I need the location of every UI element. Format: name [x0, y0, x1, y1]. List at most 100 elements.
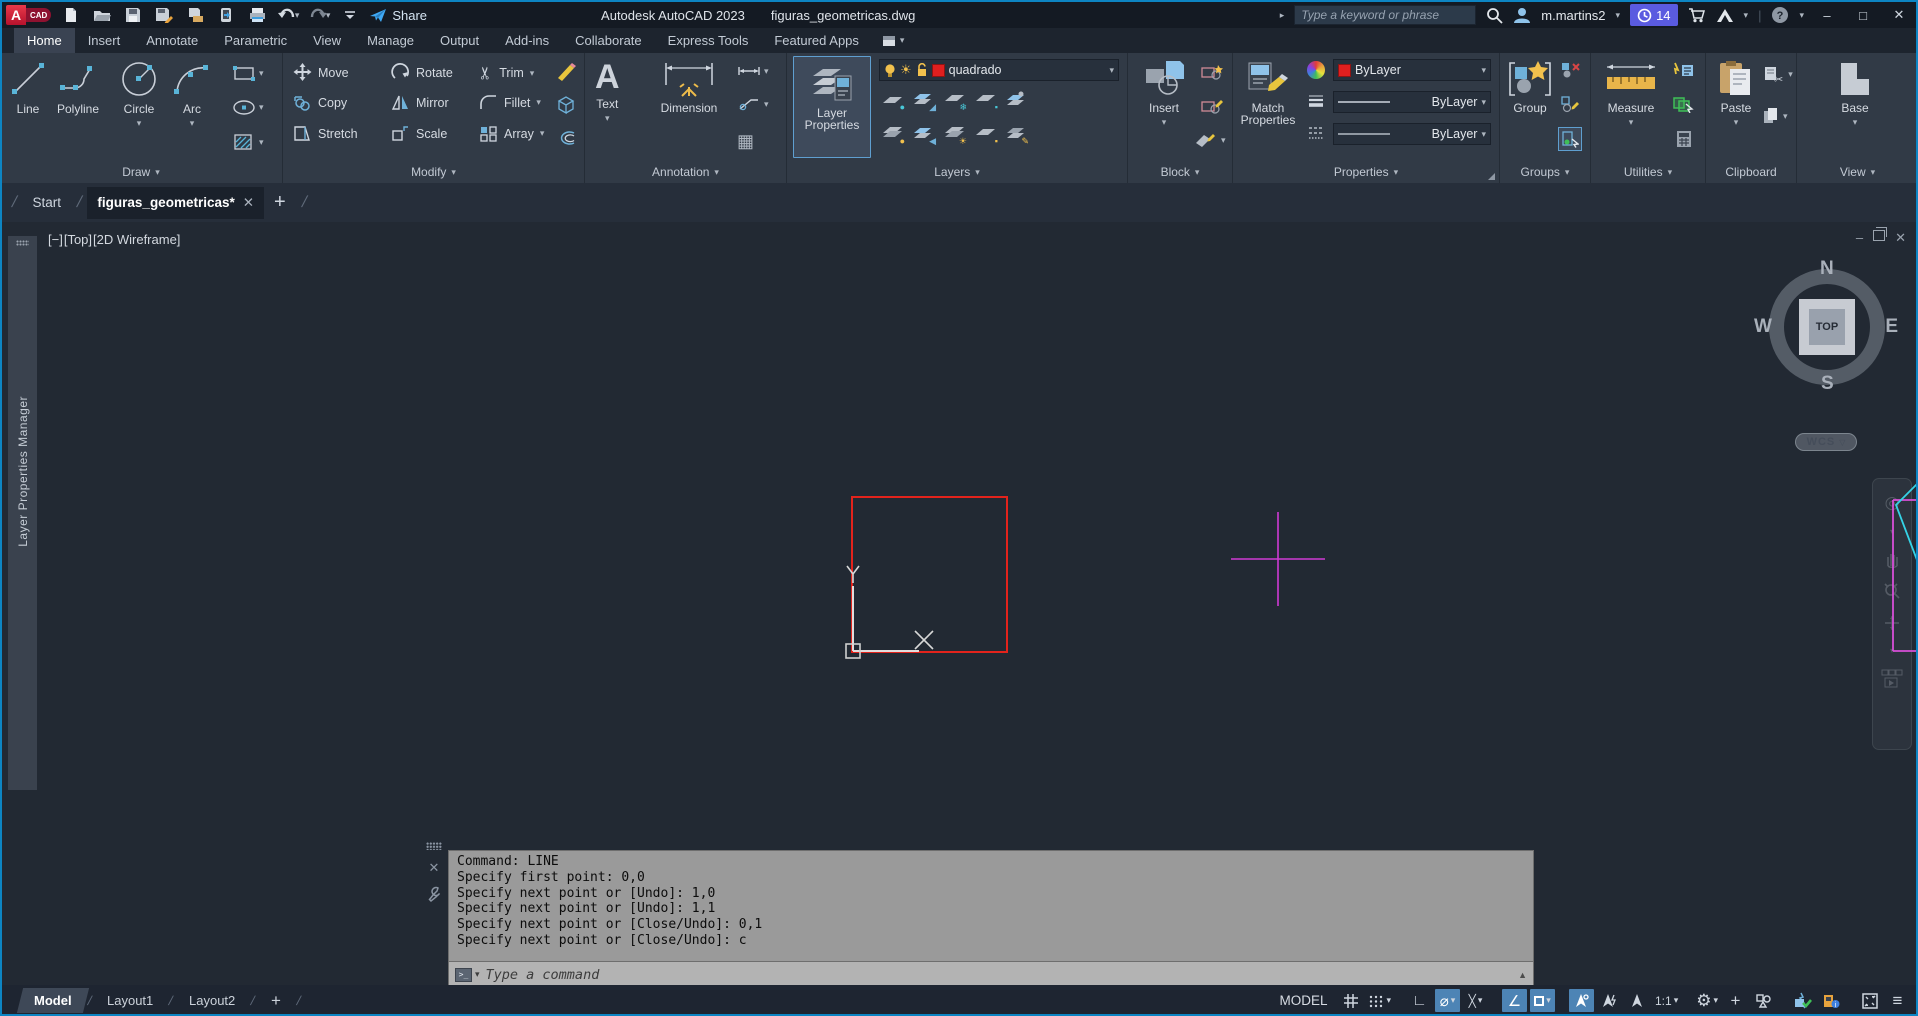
ortho-mode-toggle[interactable]: ∟: [1407, 989, 1432, 1012]
edit-attributes-button[interactable]: ▾: [1194, 131, 1226, 149]
lineweight-combo[interactable]: ByLayer ▾: [1333, 91, 1491, 113]
ribbon-display-toggle[interactable]: ▾: [882, 28, 905, 53]
cart-icon[interactable]: [1688, 7, 1706, 23]
drawing-area[interactable]: Layer Properties Manager [−] [Top] [2D W…: [0, 222, 1918, 985]
search-input[interactable]: [1301, 8, 1469, 22]
save-button[interactable]: [122, 4, 144, 26]
grid-display-toggle[interactable]: [1338, 989, 1363, 1012]
circle-button[interactable]: Circle ▾: [118, 58, 160, 128]
help-dropdown[interactable]: ▾: [1799, 11, 1804, 20]
command-history-up-icon[interactable]: ▲: [1518, 970, 1527, 980]
ellipse-dropdown[interactable]: ▾: [259, 103, 264, 112]
arc-dropdown[interactable]: ▾: [190, 119, 195, 128]
help-icon[interactable]: ?: [1771, 6, 1789, 24]
layer-freeze-button[interactable]: ❄: [943, 91, 965, 109]
model-space-badge[interactable]: MODEL: [1279, 993, 1327, 1008]
ungroup-button[interactable]: [1560, 61, 1582, 79]
undo-dropdown[interactable]: ▾: [295, 11, 300, 20]
share-button[interactable]: Share: [370, 8, 427, 23]
table-button[interactable]: ▦: [737, 131, 754, 152]
open-from-web-mobile-button[interactable]: [215, 4, 237, 26]
user-avatar-icon[interactable]: [1513, 7, 1531, 23]
measure-button[interactable]: Measure ▾: [1599, 59, 1663, 127]
command-window[interactable]: ✕ Command: LINE Specify first point: 0,0…: [420, 840, 1542, 985]
stretch-button[interactable]: Stretch: [293, 125, 358, 142]
command-prompt-icon[interactable]: >_ ▾: [455, 968, 480, 982]
linetype-icon[interactable]: [1307, 125, 1325, 141]
new-drawing-tab-button[interactable]: +: [264, 189, 296, 216]
command-customize-wrench-icon[interactable]: [427, 886, 441, 902]
text-dropdown[interactable]: ▾: [605, 114, 610, 123]
linetype-dropdown[interactable]: ▾: [1481, 130, 1486, 139]
square-entity[interactable]: [852, 497, 1007, 652]
command-prompt-dropdown[interactable]: ▾: [475, 969, 480, 980]
dimension-button[interactable]: Dimension: [647, 59, 731, 115]
command-window-close-icon[interactable]: ✕: [429, 860, 440, 876]
paste-button[interactable]: Paste ▾: [1710, 59, 1762, 127]
drawing-tab-close-icon[interactable]: ✕: [243, 195, 254, 211]
command-input-row[interactable]: >_ ▾ ▲: [448, 962, 1534, 985]
layer-on-bulb-icon[interactable]: [884, 63, 896, 78]
paste-dropdown[interactable]: ▾: [1734, 118, 1739, 127]
quick-calculator-button[interactable]: [1675, 129, 1693, 149]
group-selection-toggle[interactable]: [1558, 127, 1582, 151]
full-navigation-wheel-icon[interactable]: ◎: [1885, 493, 1900, 513]
measure-dropdown[interactable]: ▾: [1629, 118, 1634, 127]
tab-annotate[interactable]: Annotate: [133, 28, 211, 53]
text-button[interactable]: A Text ▾: [595, 59, 620, 123]
annotation-monitor-plus-button[interactable]: +: [1723, 989, 1748, 1012]
layer-lock-button[interactable]: ▪: [974, 91, 996, 109]
drawing-tab[interactable]: figuras_geometricas* ✕: [87, 187, 264, 219]
layer-thaw-sun-icon[interactable]: ☀: [900, 62, 912, 78]
object-color-combo[interactable]: ByLayer ▾: [1333, 59, 1491, 81]
workspace-switching-button[interactable]: ⚙▾: [1694, 989, 1720, 1012]
graphics-performance-button[interactable]: [1790, 989, 1815, 1012]
viewcube-south[interactable]: S: [1821, 373, 1834, 395]
insert-button[interactable]: Insert ▾: [1136, 59, 1192, 127]
signed-in-user[interactable]: m.martins2: [1541, 8, 1605, 23]
viewcube-west[interactable]: W: [1754, 316, 1772, 338]
linetype-combo[interactable]: ByLayer ▾: [1333, 123, 1491, 145]
zoom-extents-icon[interactable]: [1883, 582, 1901, 600]
layer-properties-button[interactable]: Layer Properties: [793, 56, 871, 158]
iso-dropdown[interactable]: ▾: [1478, 996, 1483, 1005]
explode-button[interactable]: [555, 95, 577, 115]
qat-customize-button[interactable]: [339, 4, 361, 26]
notifications-badge[interactable]: 14: [1630, 4, 1677, 26]
layer-change-button[interactable]: ✎: [1005, 125, 1027, 143]
snap-mode-toggle[interactable]: ▾: [1366, 989, 1393, 1012]
line-button[interactable]: Line: [8, 58, 48, 116]
layout2-tab[interactable]: Layout2: [172, 988, 252, 1013]
autodesk-logo-icon[interactable]: [1716, 8, 1734, 23]
layer-select-combo[interactable]: ☀ quadrado ▾: [879, 59, 1119, 81]
panel-label-modify[interactable]: Modify▾: [283, 161, 584, 183]
rectangle-button[interactable]: ▾: [232, 65, 264, 82]
object-color-dropdown[interactable]: ▾: [1481, 66, 1486, 75]
window-close-button[interactable]: ✕: [1886, 7, 1912, 23]
tab-express-tools[interactable]: Express Tools: [655, 28, 762, 53]
panel-label-utilities[interactable]: Utilities▾: [1591, 161, 1705, 183]
command-window-grip[interactable]: [426, 842, 442, 850]
trim-button[interactable]: ✂ Trim ▾: [479, 63, 534, 83]
base-dropdown[interactable]: ▾: [1853, 118, 1858, 127]
window-maximize-button[interactable]: □: [1850, 8, 1876, 23]
isolate-objects-button[interactable]: [1751, 989, 1776, 1012]
rectangle-dropdown[interactable]: ▾: [259, 69, 264, 78]
workspace-dropdown[interactable]: ▾: [1713, 996, 1718, 1005]
plot-button[interactable]: [246, 4, 268, 26]
viewcube[interactable]: N W E S TOP: [1762, 262, 1892, 392]
layer-thaw-all-button[interactable]: ☀: [943, 125, 965, 143]
copy-clip-dropdown[interactable]: ▾: [1783, 112, 1788, 121]
array-button[interactable]: Array ▾: [479, 125, 544, 142]
window-minimize-button[interactable]: –: [1814, 8, 1840, 23]
palette-grip[interactable]: [16, 240, 29, 246]
save-to-web-mobile-button[interactable]: [184, 4, 206, 26]
tab-collaborate[interactable]: Collaborate: [562, 28, 655, 53]
layer-on-button[interactable]: ●: [881, 125, 903, 143]
layer-color-swatch[interactable]: [932, 64, 945, 77]
circle-dropdown[interactable]: ▾: [137, 119, 142, 128]
user-dropdown[interactable]: ▾: [1616, 11, 1621, 20]
viewport-restore-button[interactable]: [1873, 230, 1885, 241]
color-wheel-icon[interactable]: [1307, 61, 1325, 79]
lineweight-icon[interactable]: [1307, 93, 1325, 109]
